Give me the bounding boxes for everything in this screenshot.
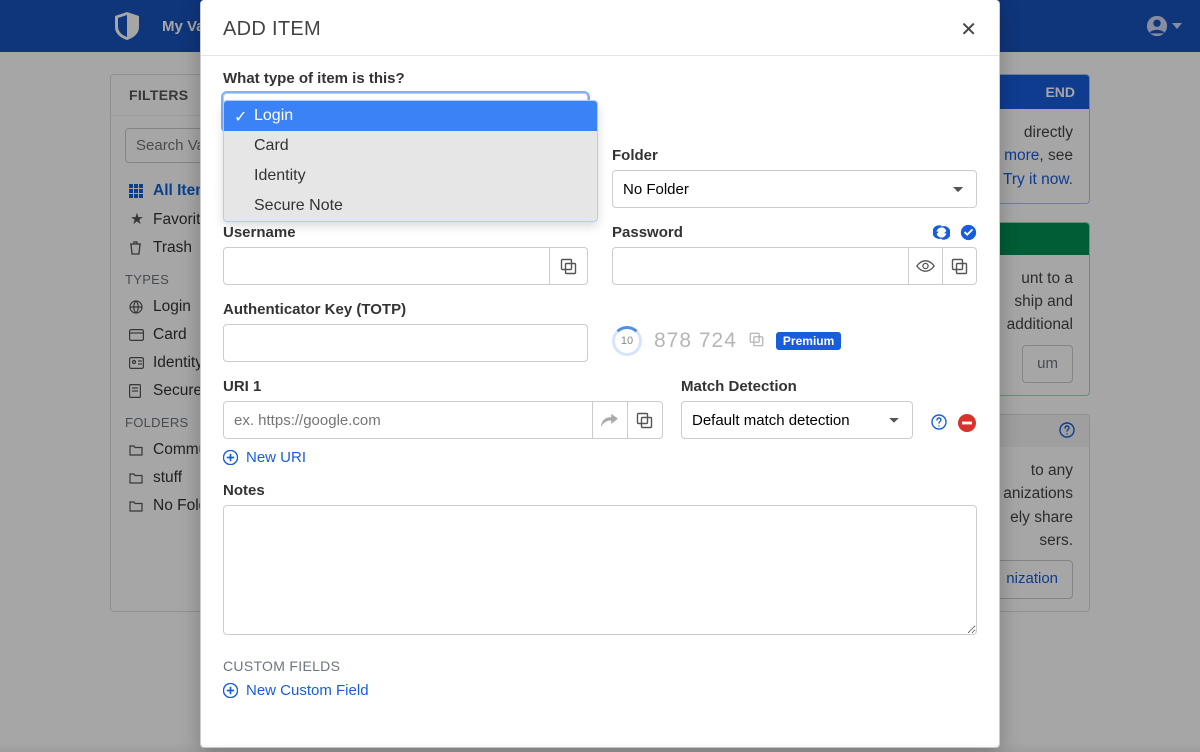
totp-label: Authenticator Key (TOTP) bbox=[223, 301, 588, 318]
item-type-label: What type of item is this? bbox=[223, 70, 588, 87]
custom-fields-label: CUSTOM FIELDS bbox=[223, 658, 977, 674]
folder-label: Folder bbox=[612, 147, 977, 164]
copy-icon bbox=[951, 258, 968, 275]
totp-display: 10 878 724 Premium bbox=[612, 301, 977, 356]
check-circle-icon bbox=[960, 224, 977, 241]
totp-input[interactable] bbox=[223, 324, 588, 362]
password-group: Password bbox=[612, 224, 977, 285]
copy-icon bbox=[636, 412, 653, 429]
dropdown-option-identity[interactable]: Identity bbox=[224, 161, 597, 191]
dropdown-option-login[interactable]: Login bbox=[224, 101, 597, 131]
new-uri-button[interactable]: New URI bbox=[223, 449, 977, 466]
modal-header: ADD ITEM ✕ bbox=[201, 0, 999, 56]
password-label: Password bbox=[612, 224, 977, 241]
folder-select[interactable]: No Folder bbox=[612, 170, 977, 208]
copy-uri-button[interactable] bbox=[628, 401, 663, 439]
dropdown-option-card[interactable]: Card bbox=[224, 131, 597, 161]
match-detection-label: Match Detection bbox=[681, 378, 913, 395]
uri1-label: URI 1 bbox=[223, 378, 663, 395]
copy-username-button[interactable] bbox=[550, 247, 588, 285]
copy-password-button[interactable] bbox=[943, 247, 977, 285]
totp-countdown-icon: 10 bbox=[612, 326, 642, 356]
check-password-button[interactable] bbox=[960, 224, 977, 244]
totp-code: 878 724 bbox=[654, 329, 737, 353]
launch-uri-button[interactable] bbox=[593, 401, 628, 439]
dropdown-option-secure-note[interactable]: Secure Note bbox=[224, 191, 597, 221]
folder-group: Folder No Folder bbox=[612, 147, 977, 208]
match-detection-group: Match Detection Default match detection bbox=[681, 378, 913, 439]
item-type-dropdown: Login Card Identity Secure Note bbox=[223, 100, 598, 222]
notes-label: Notes bbox=[223, 482, 977, 499]
toggle-password-visibility[interactable] bbox=[909, 247, 943, 285]
premium-badge: Premium bbox=[776, 332, 841, 350]
username-label: Username bbox=[223, 224, 588, 241]
new-custom-field-button[interactable]: New Custom Field bbox=[223, 682, 977, 699]
add-item-modal: ADD ITEM ✕ What type of item is this? Lo… bbox=[200, 0, 1000, 748]
item-type-group: What type of item is this? Login Card Id… bbox=[223, 70, 588, 131]
uri1-group: URI 1 bbox=[223, 378, 663, 439]
password-input[interactable] bbox=[612, 247, 909, 285]
minus-circle-icon bbox=[957, 413, 977, 433]
share-arrow-icon bbox=[601, 413, 618, 428]
plus-circle-icon bbox=[223, 683, 238, 698]
remove-uri-button[interactable] bbox=[957, 413, 977, 433]
totp-group: Authenticator Key (TOTP) bbox=[223, 301, 588, 362]
close-button[interactable]: ✕ bbox=[960, 20, 977, 40]
match-detection-select[interactable]: Default match detection bbox=[681, 401, 913, 439]
copy-icon bbox=[749, 332, 764, 347]
uri1-input[interactable] bbox=[223, 401, 593, 439]
copy-totp-button[interactable] bbox=[749, 332, 764, 350]
username-group: Username bbox=[223, 224, 588, 285]
plus-circle-icon bbox=[223, 450, 238, 465]
copy-icon bbox=[560, 258, 577, 275]
eye-icon bbox=[916, 259, 935, 273]
username-input[interactable] bbox=[223, 247, 550, 285]
regenerate-password-button[interactable] bbox=[933, 224, 950, 244]
modal-title: ADD ITEM bbox=[223, 18, 321, 41]
refresh-icon bbox=[933, 224, 950, 241]
notes-textarea[interactable] bbox=[223, 505, 977, 635]
match-help-button[interactable] bbox=[931, 414, 947, 433]
